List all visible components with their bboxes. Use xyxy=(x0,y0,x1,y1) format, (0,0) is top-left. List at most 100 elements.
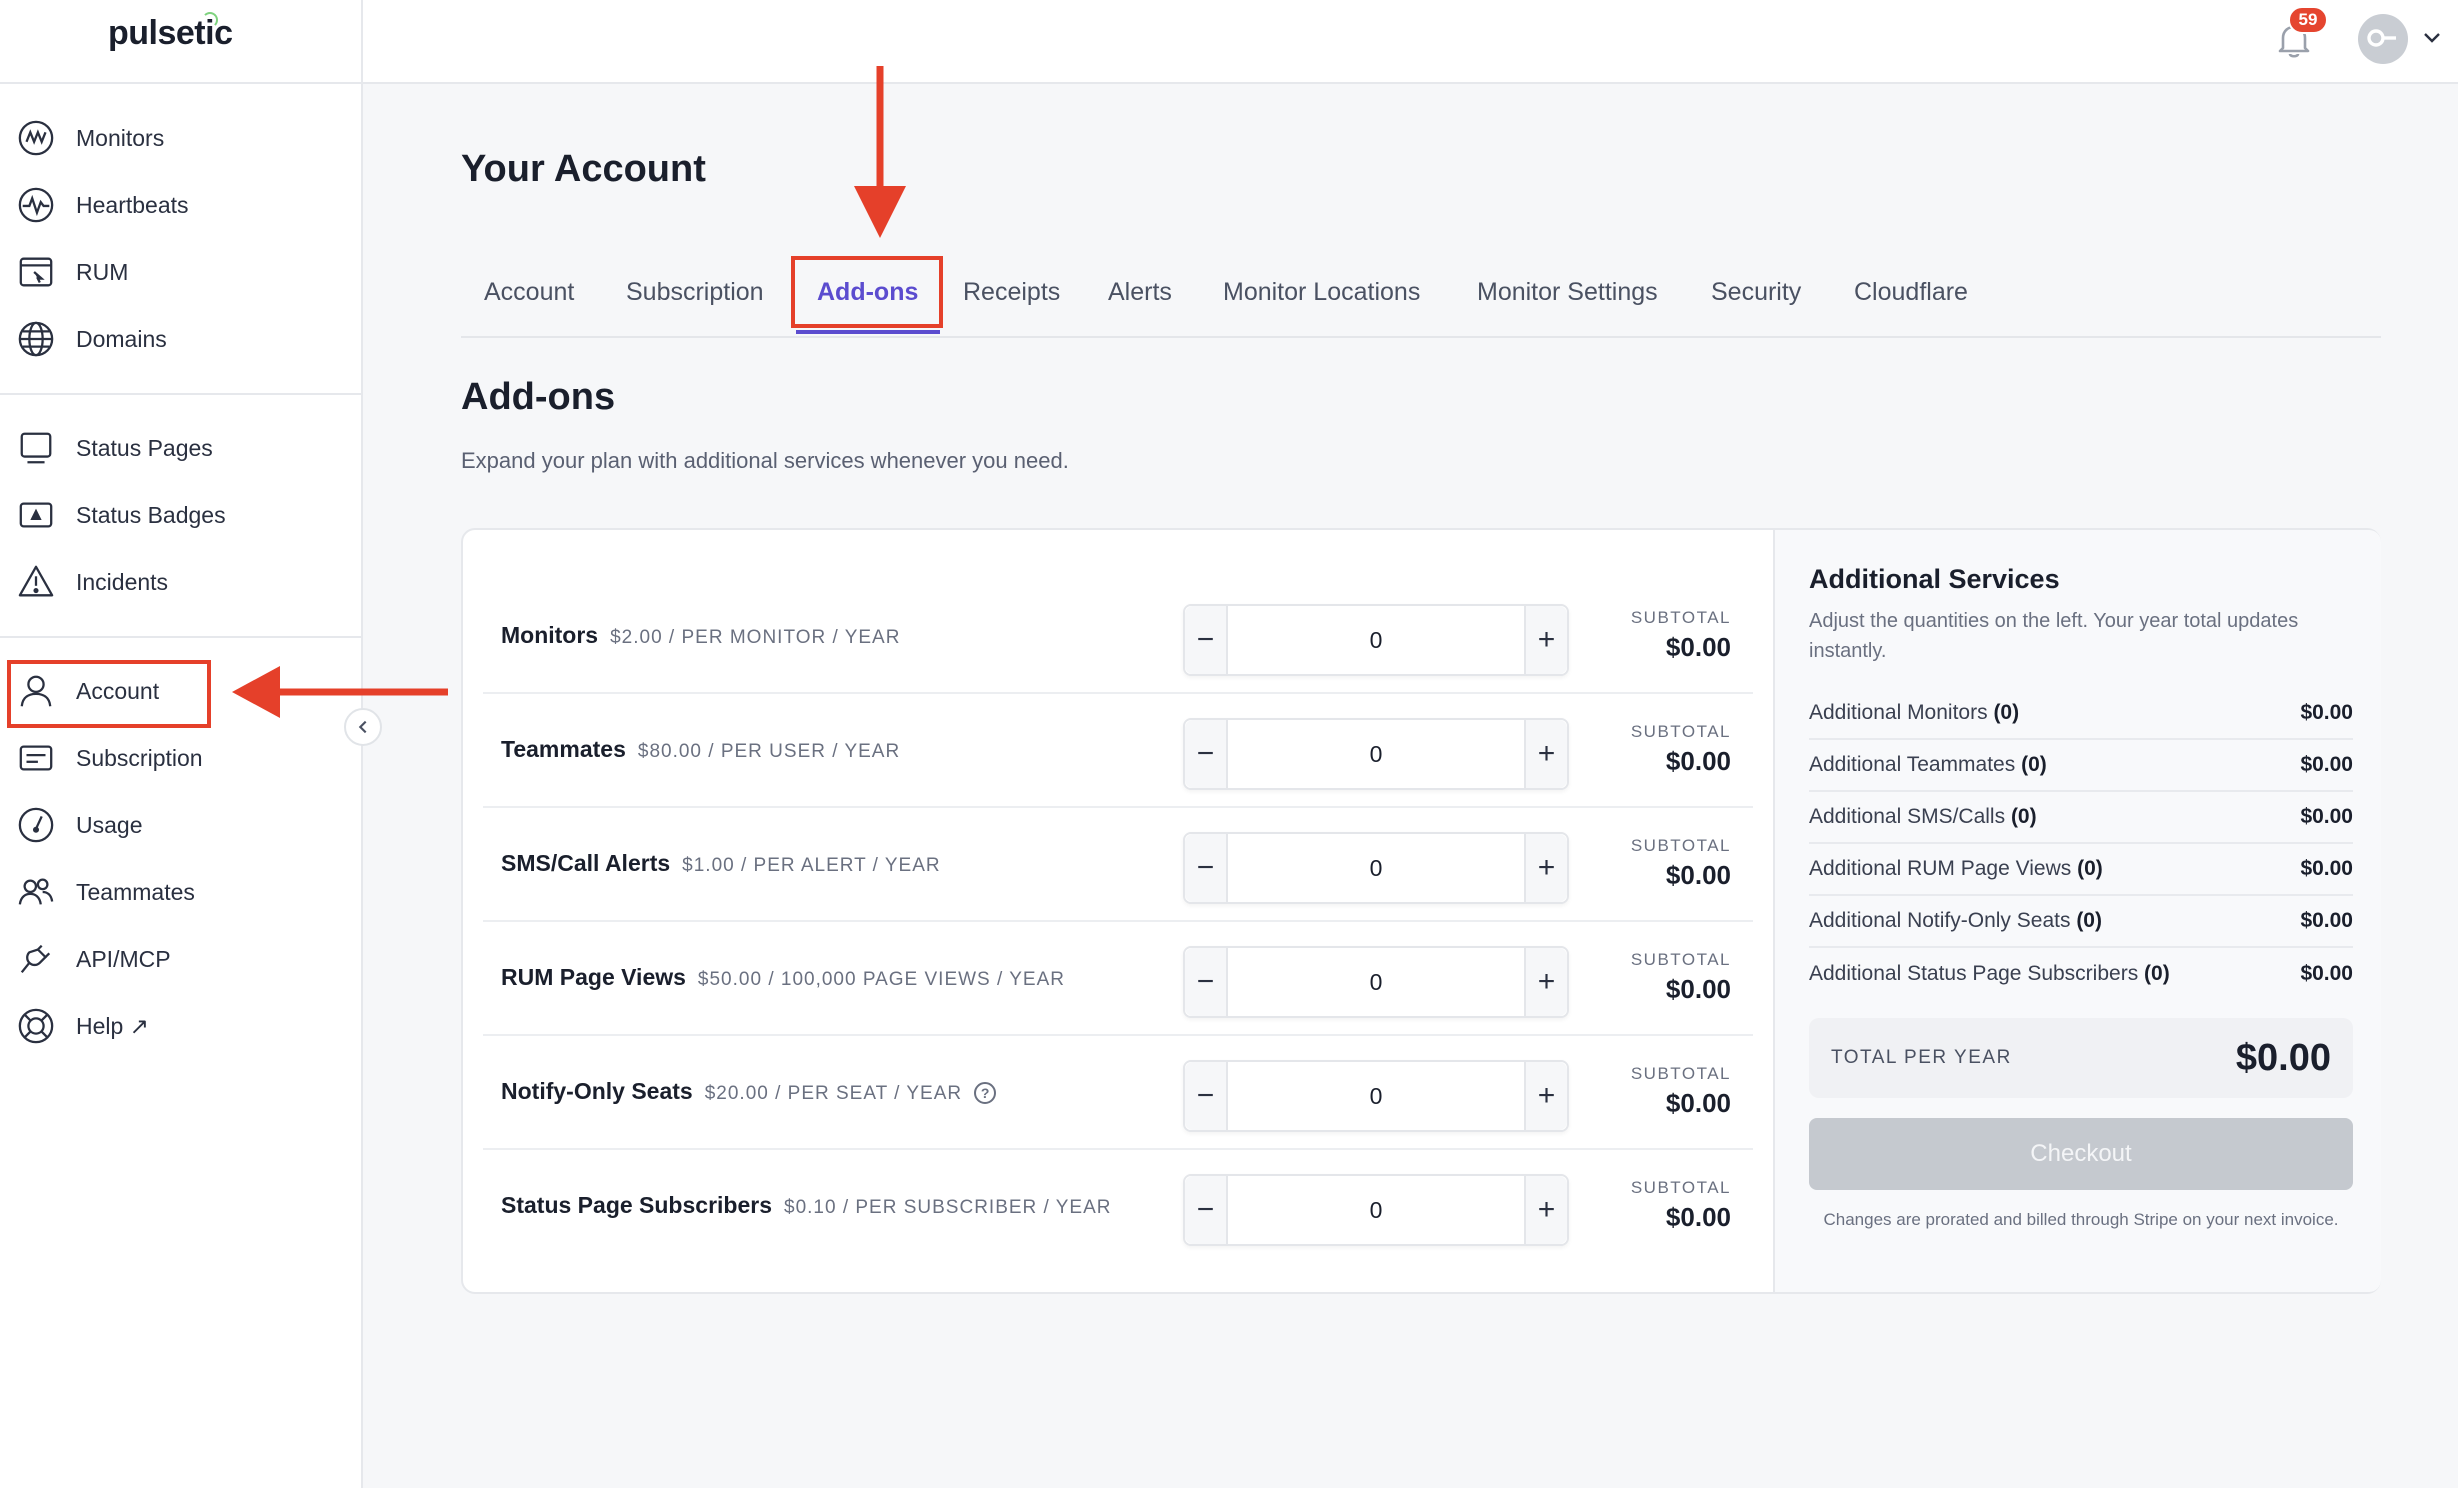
sidebar-item-monitors[interactable]: Monitors xyxy=(0,109,363,167)
sidebar-item-label: Teammates xyxy=(76,878,195,905)
avatar[interactable] xyxy=(2358,14,2408,64)
sidebar-item-usage[interactable]: Usage xyxy=(0,796,363,854)
tab-monitor-settings[interactable]: Monitor Settings xyxy=(1477,278,1658,307)
sidebar-item-status-pages[interactable]: Status Pages xyxy=(0,419,363,477)
subtotal-label: SUBTOTAL xyxy=(1630,722,1731,741)
billing-note: Changes are prorated and billed through … xyxy=(1823,1210,2339,1229)
card-icon xyxy=(16,738,56,778)
subtotal-value: $0.00 xyxy=(1665,974,1731,1004)
plug-icon xyxy=(16,939,56,979)
tab-subscription[interactable]: Subscription xyxy=(626,278,764,307)
decrement-button[interactable]: − xyxy=(1185,948,1228,1016)
summary-row: Additional Status Page Subscribers (0) $0… xyxy=(1809,962,2353,985)
chevron-left-icon xyxy=(358,720,367,734)
annotation-arrow-down xyxy=(854,66,906,238)
gauge-icon xyxy=(16,805,56,845)
sidebar-item-label: Heartbeats xyxy=(76,191,189,218)
sidebar-divider xyxy=(0,393,363,395)
sidebar-item-label: Subscription xyxy=(76,744,203,771)
quantity-stepper: − + xyxy=(1183,1174,1569,1246)
sidebar-item-help[interactable]: Help ↗ xyxy=(0,997,363,1055)
quantity-stepper: − + xyxy=(1183,832,1569,904)
top-header xyxy=(363,0,2458,84)
quantity-input[interactable] xyxy=(1228,948,1524,1016)
heartbeat-icon xyxy=(16,185,56,225)
checkout-button[interactable]: Checkout xyxy=(1809,1118,2353,1190)
addon-row-monitors: Monitors$2.00 / PER MONITOR / YEAR − + S… xyxy=(483,580,1753,694)
sidebar-item-status-badges[interactable]: Status Badges xyxy=(0,486,363,544)
tab-receipts[interactable]: Receipts xyxy=(963,278,1060,307)
quantity-input[interactable] xyxy=(1228,1062,1524,1130)
addon-price: $20.00 / PER SEAT / YEAR xyxy=(704,1083,963,1104)
addon-name: Monitors $2.00 / PER MONITOR / YEAR xyxy=(501,622,901,648)
globe-icon xyxy=(16,319,56,359)
quantity-input[interactable] xyxy=(1228,720,1524,788)
sidebar-item-incidents[interactable]: Incidents xyxy=(0,553,363,611)
decrement-button[interactable]: − xyxy=(1185,606,1228,674)
sidebar-item-heartbeats[interactable]: Heartbeats xyxy=(0,176,363,234)
warning-icon xyxy=(16,562,56,602)
sidebar-item-label: Usage xyxy=(76,811,143,838)
sidebar-item-label: RUM xyxy=(76,258,129,285)
summary-row: Additional Teammates (0) $0.00 xyxy=(1809,740,2353,792)
sidebar-item-api-mcp[interactable]: API/MCP xyxy=(0,930,363,988)
increment-button[interactable]: + xyxy=(1524,1176,1567,1244)
addon-row-status-page-subscribers: Status Page Subscribers $0.10 / PER SUBSC… xyxy=(483,1150,1753,1264)
sidebar-item-label: Domains xyxy=(76,325,167,352)
annotation-highlight-sidebar xyxy=(7,660,211,728)
monitors-icon xyxy=(16,118,56,158)
active-tab-indicator xyxy=(796,330,940,334)
summary-description: Adjust the quantities on the left. Your … xyxy=(1809,610,2299,662)
decrement-button[interactable]: − xyxy=(1185,834,1228,902)
tab-security[interactable]: Security xyxy=(1711,278,1801,307)
chevron-down-icon[interactable] xyxy=(2420,26,2444,50)
sidebar: pulsetic Monitors Heartbeats RUM Domains… xyxy=(0,0,363,1488)
users-icon xyxy=(16,872,56,912)
subtotal-value: $0.00 xyxy=(1665,860,1731,890)
subtotal-label: SUBTOTAL xyxy=(1630,1178,1731,1197)
increment-button[interactable]: + xyxy=(1524,606,1567,674)
total-value: $0.00 xyxy=(2235,1036,2331,1079)
summary-panel: Additional Services Adjust the quantitie… xyxy=(1773,530,2381,1292)
user-key-icon xyxy=(2367,29,2396,47)
decrement-button[interactable]: − xyxy=(1185,720,1228,788)
quantity-input[interactable] xyxy=(1228,834,1524,902)
quantity-input[interactable] xyxy=(1228,1176,1524,1244)
addon-row-rum-page-views: RUM Page Views $50.00 / 100,000 PAGE VIEW… xyxy=(483,922,1753,1036)
sidebar-item-label: Status Pages xyxy=(76,434,213,461)
sidebar-item-teammates[interactable]: Teammates xyxy=(0,863,363,921)
tab-account[interactable]: Account xyxy=(484,278,574,307)
increment-button[interactable]: + xyxy=(1524,948,1567,1016)
tab-monitor-locations[interactable]: Monitor Locations xyxy=(1223,278,1420,307)
sidebar-item-label: Incidents xyxy=(76,568,169,595)
subtotal-label: SUBTOTAL xyxy=(1630,1064,1731,1083)
summary-row: Additional RUM Page Views (0) $0.00 xyxy=(1809,844,2353,896)
addon-name: SMS/Call Alerts $1.00 / PER ALERT / YEAR xyxy=(501,850,941,876)
quantity-input[interactable] xyxy=(1228,606,1524,674)
subtotal-value: $0.00 xyxy=(1665,746,1731,776)
sidebar-collapse-button[interactable] xyxy=(344,708,382,746)
increment-button[interactable]: + xyxy=(1524,720,1567,788)
addon-name: Teammates $80.00 / PER USER / YEAR xyxy=(501,736,901,762)
addon-name: Status Page Subscribers $0.10 / PER SUBSC… xyxy=(501,1192,1112,1218)
addons-card: Monitors$2.00 / PER MONITOR / YEAR − + S… xyxy=(461,528,2381,1294)
sidebar-item-rum[interactable]: RUM xyxy=(0,243,363,301)
summary-row: Additional Notify-Only Seats (0) $0.00 xyxy=(1809,896,2353,948)
notification-badge: 59 xyxy=(2288,6,2328,34)
page-title: Your Account xyxy=(461,148,706,190)
tab-alerts[interactable]: Alerts xyxy=(1108,278,1172,307)
sidebar-divider xyxy=(0,636,363,638)
sidebar-item-label: Status Badges xyxy=(76,501,226,528)
rum-icon xyxy=(16,252,56,292)
addon-price: $50.00 / 100,000 PAGE VIEWS / YEAR xyxy=(697,969,1065,990)
increment-button[interactable]: + xyxy=(1524,1062,1567,1130)
decrement-button[interactable]: − xyxy=(1185,1062,1228,1130)
addon-name: RUM Page Views $50.00 / 100,000 PAGE VIEW… xyxy=(501,964,1065,990)
sidebar-item-domains[interactable]: Domains xyxy=(0,310,363,368)
decrement-button[interactable]: − xyxy=(1185,1176,1228,1244)
increment-button[interactable]: + xyxy=(1524,834,1567,902)
tab-cloudflare[interactable]: Cloudflare xyxy=(1854,278,1968,307)
help-circle-icon[interactable]: ? xyxy=(974,1081,997,1104)
subtotal-label: SUBTOTAL xyxy=(1630,836,1731,855)
sidebar-item-subscription[interactable]: Subscription xyxy=(0,729,363,787)
